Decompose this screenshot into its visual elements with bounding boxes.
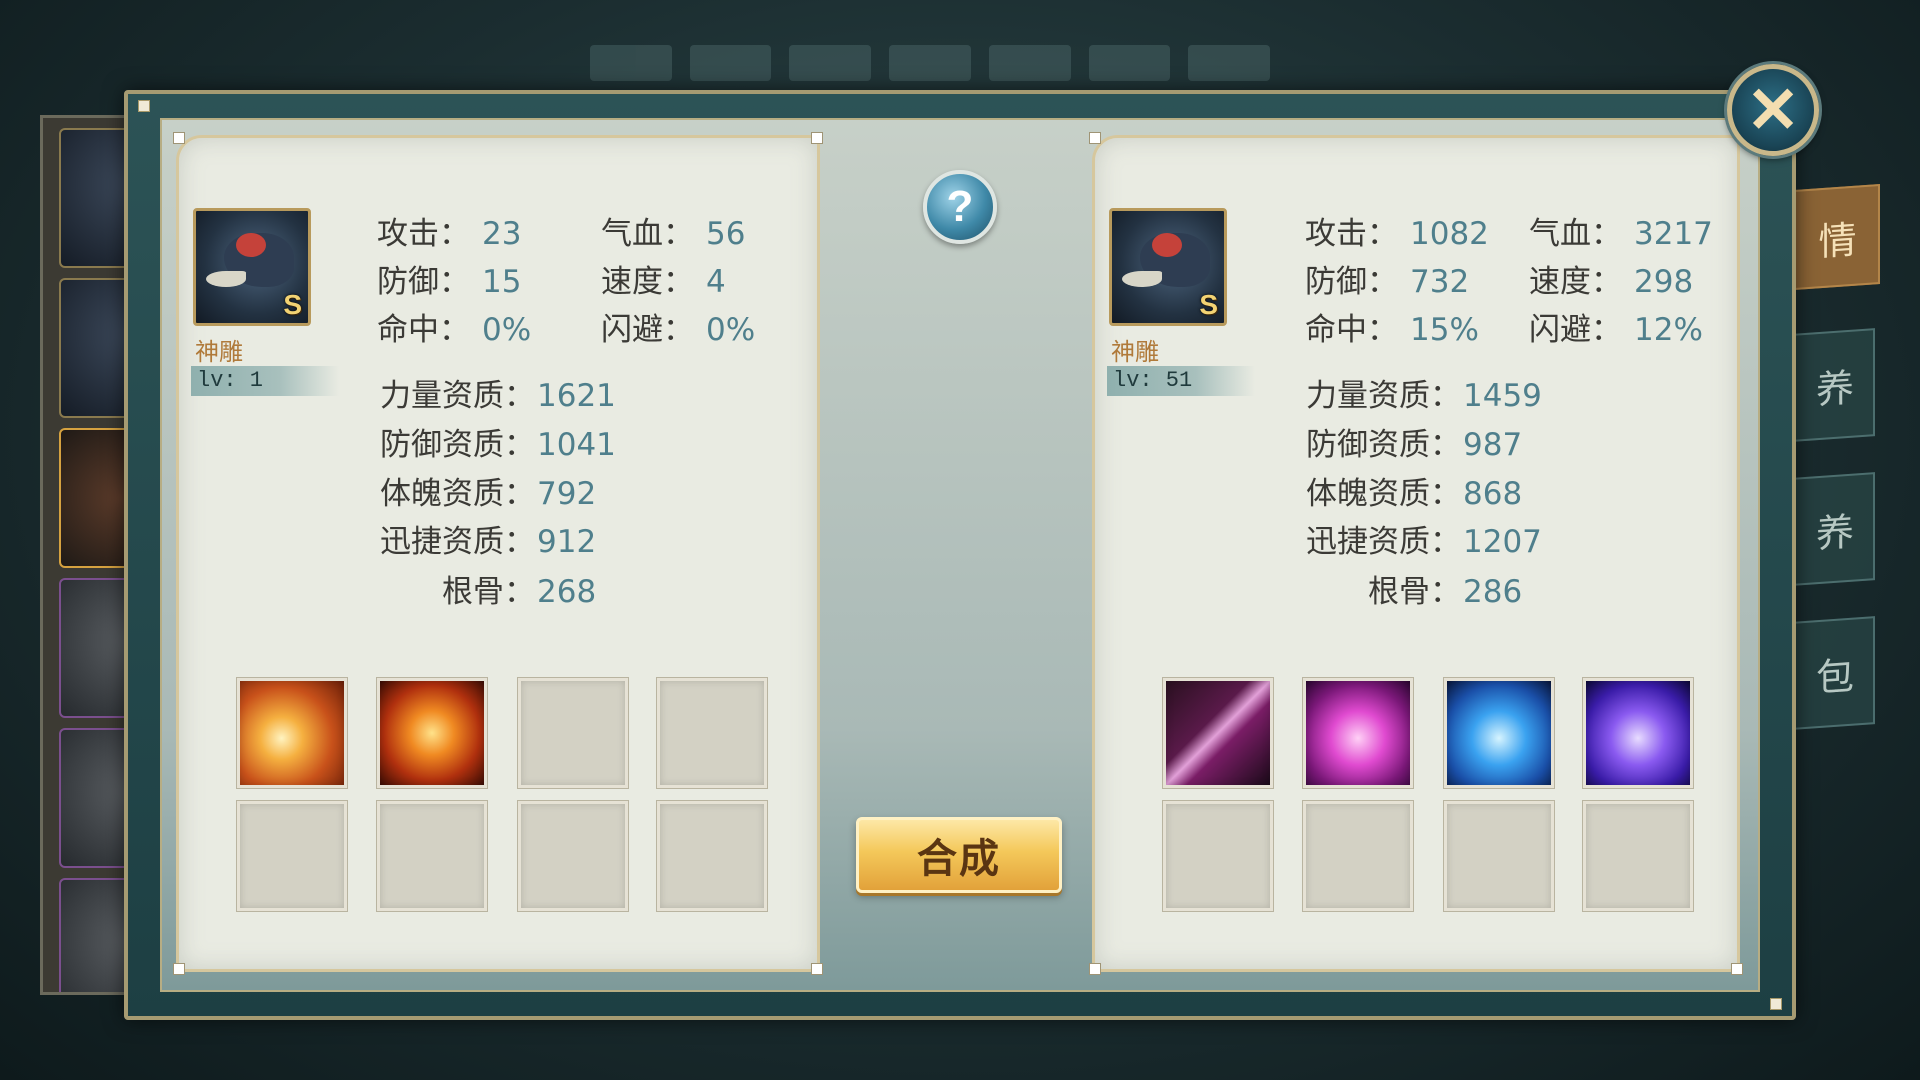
aptitude-strength: 力量资质：1459 — [1306, 378, 1542, 414]
empty-skill-slot[interactable] — [1444, 801, 1554, 911]
aptitude-agility: 迅捷资质：1207 — [1306, 524, 1542, 560]
aptitude-defense: 防御资质：987 — [1306, 427, 1523, 463]
eagle-beak — [206, 271, 246, 287]
eagle-crest — [236, 233, 266, 257]
close-button[interactable]: ✕ — [1727, 64, 1819, 156]
pet-list-item-selected[interactable] — [59, 428, 127, 568]
stat-defense: 防御： 732 — [1305, 264, 1470, 300]
pet-list-item[interactable] — [59, 878, 127, 992]
panel-corner — [1089, 132, 1101, 144]
aptitude-physique: 体魄资质：792 — [380, 476, 597, 512]
help-button[interactable]: ? — [923, 170, 997, 244]
stat-hp: 气血： 56 — [601, 216, 746, 252]
tab-train-label: 养 — [1815, 365, 1854, 412]
stat-hit: 命中： 15% — [1305, 312, 1479, 348]
pink-vortex-skill-icon[interactable] — [1303, 678, 1413, 788]
pet-list-item[interactable] — [59, 128, 127, 268]
tab-details-label: 情 — [1818, 217, 1857, 264]
eagle-crest — [1152, 233, 1182, 257]
fire-phoenix-skill-icon[interactable] — [377, 678, 487, 788]
stat-hit: 命中： 0% — [377, 312, 532, 348]
panel-corner — [173, 963, 185, 975]
panel-corner — [811, 132, 823, 144]
left-pet-panel: S 神雕 lv: 1 攻击： 23 气血： 56 防御： 15 速度： 4 命中： 0% … — [173, 132, 823, 975]
empty-skill-slot[interactable] — [657, 801, 767, 911]
aptitude-physique: 体魄资质：868 — [1306, 476, 1523, 512]
blue-chain-skill-icon[interactable] — [1444, 678, 1554, 788]
panel-corner — [173, 132, 185, 144]
right-pet-panel: S 神雕 lv: 51 攻击： 1082 气血： 3217 防御： 732 速度： 29… — [1089, 132, 1743, 975]
aptitude-bone: 根骨：286 — [1368, 574, 1523, 610]
pet-level: lv: 51 — [1107, 366, 1255, 396]
violet-vortex-skill-icon[interactable] — [1583, 678, 1693, 788]
empty-skill-slot[interactable] — [518, 678, 628, 788]
stat-attack: 攻击： 1082 — [1305, 216, 1489, 252]
tab-tame-label: 养 — [1815, 509, 1854, 556]
close-icon: ✕ — [1746, 73, 1800, 146]
panel-corner — [811, 963, 823, 975]
empty-skill-slot[interactable] — [657, 678, 767, 788]
pet-name: 神雕 — [1111, 338, 1159, 366]
eagle-beak — [1122, 271, 1162, 287]
stat-speed: 速度： 298 — [1529, 264, 1694, 300]
pet-portrait[interactable]: S — [193, 208, 311, 326]
claw-slash-skill-icon[interactable] — [1163, 678, 1273, 788]
empty-skill-slot[interactable] — [1163, 801, 1273, 911]
panel-corner — [1089, 963, 1101, 975]
grade-badge: S — [1199, 289, 1218, 320]
pet-list-item[interactable] — [59, 278, 127, 418]
question-icon: ? — [946, 182, 974, 231]
pet-portrait[interactable]: S — [1109, 208, 1227, 326]
pet-list-item[interactable] — [59, 728, 127, 868]
aptitude-strength: 力量资质：1621 — [380, 378, 616, 414]
frame-corner — [138, 100, 150, 112]
stat-defense: 防御： 15 — [377, 264, 522, 300]
fire-tiger-skill-icon[interactable] — [237, 678, 347, 788]
stat-attack: 攻击： 23 — [377, 216, 522, 252]
grade-badge: S — [283, 289, 302, 320]
panel-corner — [1731, 963, 1743, 975]
stat-dodge: 闪避： 12% — [1529, 312, 1703, 348]
aptitude-defense: 防御资质：1041 — [380, 427, 616, 463]
pet-list-strip — [40, 115, 130, 995]
aptitude-bone: 根骨：268 — [442, 574, 597, 610]
compose-button[interactable]: 合成 — [856, 817, 1062, 893]
tab-bag-label: 包 — [1815, 653, 1854, 700]
empty-skill-slot[interactable] — [377, 801, 487, 911]
pet-level: lv: 1 — [191, 366, 339, 396]
empty-skill-slot[interactable] — [1303, 801, 1413, 911]
empty-skill-slot[interactable] — [237, 801, 347, 911]
stat-speed: 速度： 4 — [601, 264, 726, 300]
aptitude-agility: 迅捷资质：912 — [380, 524, 597, 560]
stat-dodge: 闪避： 0% — [601, 312, 756, 348]
empty-skill-slot[interactable] — [518, 801, 628, 911]
frame-corner — [1770, 998, 1782, 1010]
pet-name: 神雕 — [195, 338, 243, 366]
stat-hp: 气血： 3217 — [1529, 216, 1713, 252]
pet-list-item[interactable] — [59, 578, 127, 718]
background-menu-bar — [590, 45, 1271, 81]
empty-skill-slot[interactable] — [1583, 801, 1693, 911]
